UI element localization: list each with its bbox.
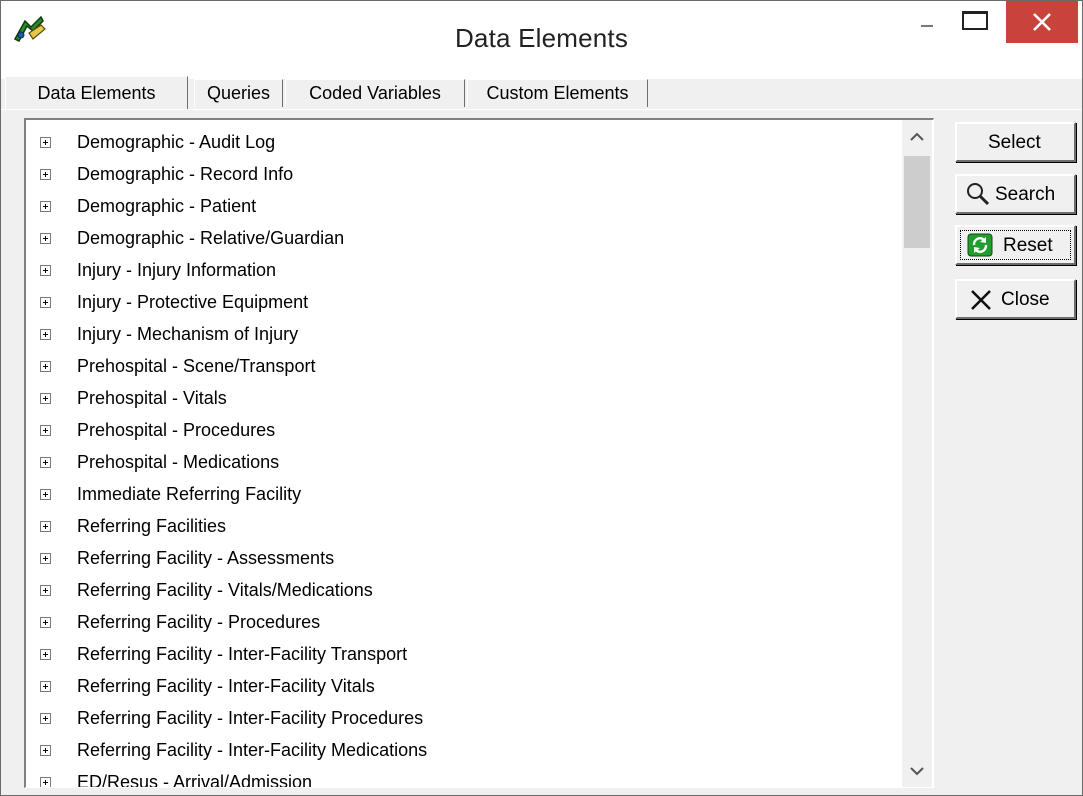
expand-icon[interactable] — [40, 361, 51, 372]
tree-item-label: Prehospital - Medications — [77, 452, 280, 472]
tree-item-label: Referring Facility - Assessments — [77, 548, 335, 568]
vertical-scrollbar[interactable] — [902, 120, 932, 787]
tree-item-label: Injury - Injury Information — [77, 260, 277, 280]
expand-icon[interactable] — [40, 425, 51, 436]
expand-icon[interactable] — [40, 713, 51, 724]
expand-icon[interactable] — [40, 745, 51, 756]
tree-item[interactable]: Referring Facilities — [26, 510, 896, 542]
tree-item-label: Demographic - Record Info — [77, 164, 294, 184]
data-elements-tree[interactable]: Demographic - Audit Log Demographic - Rec… — [24, 118, 934, 788]
tab-data-elements[interactable]: Data Elements — [5, 76, 188, 109]
tree-item-label: Demographic - Patient — [77, 196, 257, 216]
select-button-label: Select — [988, 132, 1041, 153]
tree-item-label: Referring Facility - Inter-Facility Proc… — [77, 708, 424, 728]
expand-icon[interactable] — [40, 233, 51, 244]
tree-item[interactable]: Injury - Protective Equipment — [26, 286, 896, 318]
tree-item[interactable]: Referring Facility - Procedures — [26, 606, 896, 638]
maximize-button[interactable] — [949, 3, 999, 43]
expand-icon[interactable] — [40, 137, 51, 148]
tree-item[interactable]: Referring Facility - Inter-Facility Medi… — [26, 734, 896, 766]
tree-item[interactable]: Immediate Referring Facility — [26, 478, 896, 510]
minimize-button[interactable] — [913, 3, 943, 43]
tree-item[interactable]: Referring Facility - Vitals/Medications — [26, 574, 896, 606]
tree-item[interactable]: Demographic - Patient — [26, 190, 896, 222]
close-icon — [1033, 13, 1051, 31]
tab-coded-variables[interactable]: Coded Variables — [285, 79, 465, 107]
tree-item-label: Prehospital - Vitals — [77, 388, 227, 408]
tab-queries[interactable]: Queries — [194, 79, 283, 107]
tree-item-label: Immediate Referring Facility — [77, 484, 302, 504]
close-window-button[interactable] — [1006, 1, 1078, 43]
tree-item[interactable]: Referring Facility - Assessments — [26, 542, 896, 574]
chevron-up-icon — [910, 132, 924, 141]
tree-item-label: Prehospital - Procedures — [77, 420, 276, 440]
data-elements-window: Data Elements Data Elements Queries Code… — [0, 0, 1083, 796]
title-bar[interactable]: Data Elements — [1, 1, 1082, 79]
tree-item-label: Referring Facility - Inter-Facility Medi… — [77, 740, 428, 760]
tree-item[interactable]: Prehospital - Procedures — [26, 414, 896, 446]
tab-custom-elements[interactable]: Custom Elements — [467, 79, 648, 107]
tree-item[interactable]: Prehospital - Vitals — [26, 382, 896, 414]
tree-item[interactable]: Demographic - Record Info — [26, 158, 896, 190]
reset-button[interactable]: Reset — [955, 225, 1076, 265]
tree-item-label: Demographic - Audit Log — [77, 132, 276, 152]
tree-item[interactable]: Prehospital - Medications — [26, 446, 896, 478]
expand-icon[interactable] — [40, 393, 51, 404]
tree-item[interactable]: Referring Facility - Inter-Facility Vita… — [26, 670, 896, 702]
tree-item-label: ED/Resus - Arrival/Admission — [77, 772, 313, 788]
tab-divider — [1, 109, 1082, 110]
expand-icon[interactable] — [40, 265, 51, 276]
expand-icon[interactable] — [40, 489, 51, 500]
expand-icon[interactable] — [40, 585, 51, 596]
expand-icon[interactable] — [40, 617, 51, 628]
tree-item-label: Referring Facilities — [77, 516, 227, 536]
tree-item[interactable]: Demographic - Audit Log — [26, 126, 896, 158]
search-button-label: Search — [995, 184, 1056, 205]
scroll-down-button[interactable] — [902, 754, 932, 787]
expand-icon[interactable] — [40, 201, 51, 212]
tree-item-label: Prehospital - Scene/Transport — [77, 356, 316, 376]
tree-item-label: Referring Facility - Inter-Facility Vita… — [77, 676, 375, 696]
tree-item[interactable]: Injury - Injury Information — [26, 254, 896, 286]
tree-item-label: Referring Facility - Inter-Facility Tran… — [77, 644, 408, 664]
select-button[interactable]: Select — [955, 122, 1076, 162]
expand-icon[interactable] — [40, 297, 51, 308]
tree-item[interactable]: Injury - Mechanism of Injury — [26, 318, 896, 350]
expand-icon[interactable] — [40, 457, 51, 468]
search-button[interactable]: Search — [955, 174, 1076, 214]
expand-icon[interactable] — [40, 169, 51, 180]
tree-item[interactable]: ED/Resus - Arrival/Admission — [26, 766, 896, 788]
tab-strip: Data Elements Queries Coded Variables Cu… — [1, 76, 1082, 111]
close-button[interactable]: Close — [955, 279, 1076, 319]
reset-button-label: Reset — [1003, 235, 1053, 256]
tree-item-label: Injury - Protective Equipment — [77, 292, 309, 312]
refresh-icon — [967, 233, 993, 263]
tree-item[interactable]: Prehospital - Scene/Transport — [26, 350, 896, 382]
expand-icon[interactable] — [40, 777, 51, 787]
expand-icon[interactable] — [40, 649, 51, 660]
expand-icon[interactable] — [40, 681, 51, 692]
expand-icon[interactable] — [40, 553, 51, 564]
tree-item[interactable]: Demographic - Relative/Guardian — [26, 222, 896, 254]
tree-item-label: Referring Facility - Vitals/Medications — [77, 580, 373, 600]
tree-item-label: Demographic - Relative/Guardian — [77, 228, 345, 248]
tree-item-label: Injury - Mechanism of Injury — [77, 324, 299, 344]
expand-icon[interactable] — [40, 329, 51, 340]
tree-item[interactable]: Referring Facility - Inter-Facility Proc… — [26, 702, 896, 734]
expand-icon[interactable] — [40, 521, 51, 532]
close-button-label: Close — [1001, 289, 1050, 310]
tree-item[interactable]: Referring Facility - Inter-Facility Tran… — [26, 638, 896, 670]
close-icon — [970, 289, 992, 317]
search-icon — [965, 181, 991, 213]
scroll-thumb[interactable] — [904, 156, 930, 248]
chevron-down-icon — [910, 767, 924, 776]
tree-item-label: Referring Facility - Procedures — [77, 612, 321, 632]
scroll-up-button[interactable] — [902, 120, 932, 154]
